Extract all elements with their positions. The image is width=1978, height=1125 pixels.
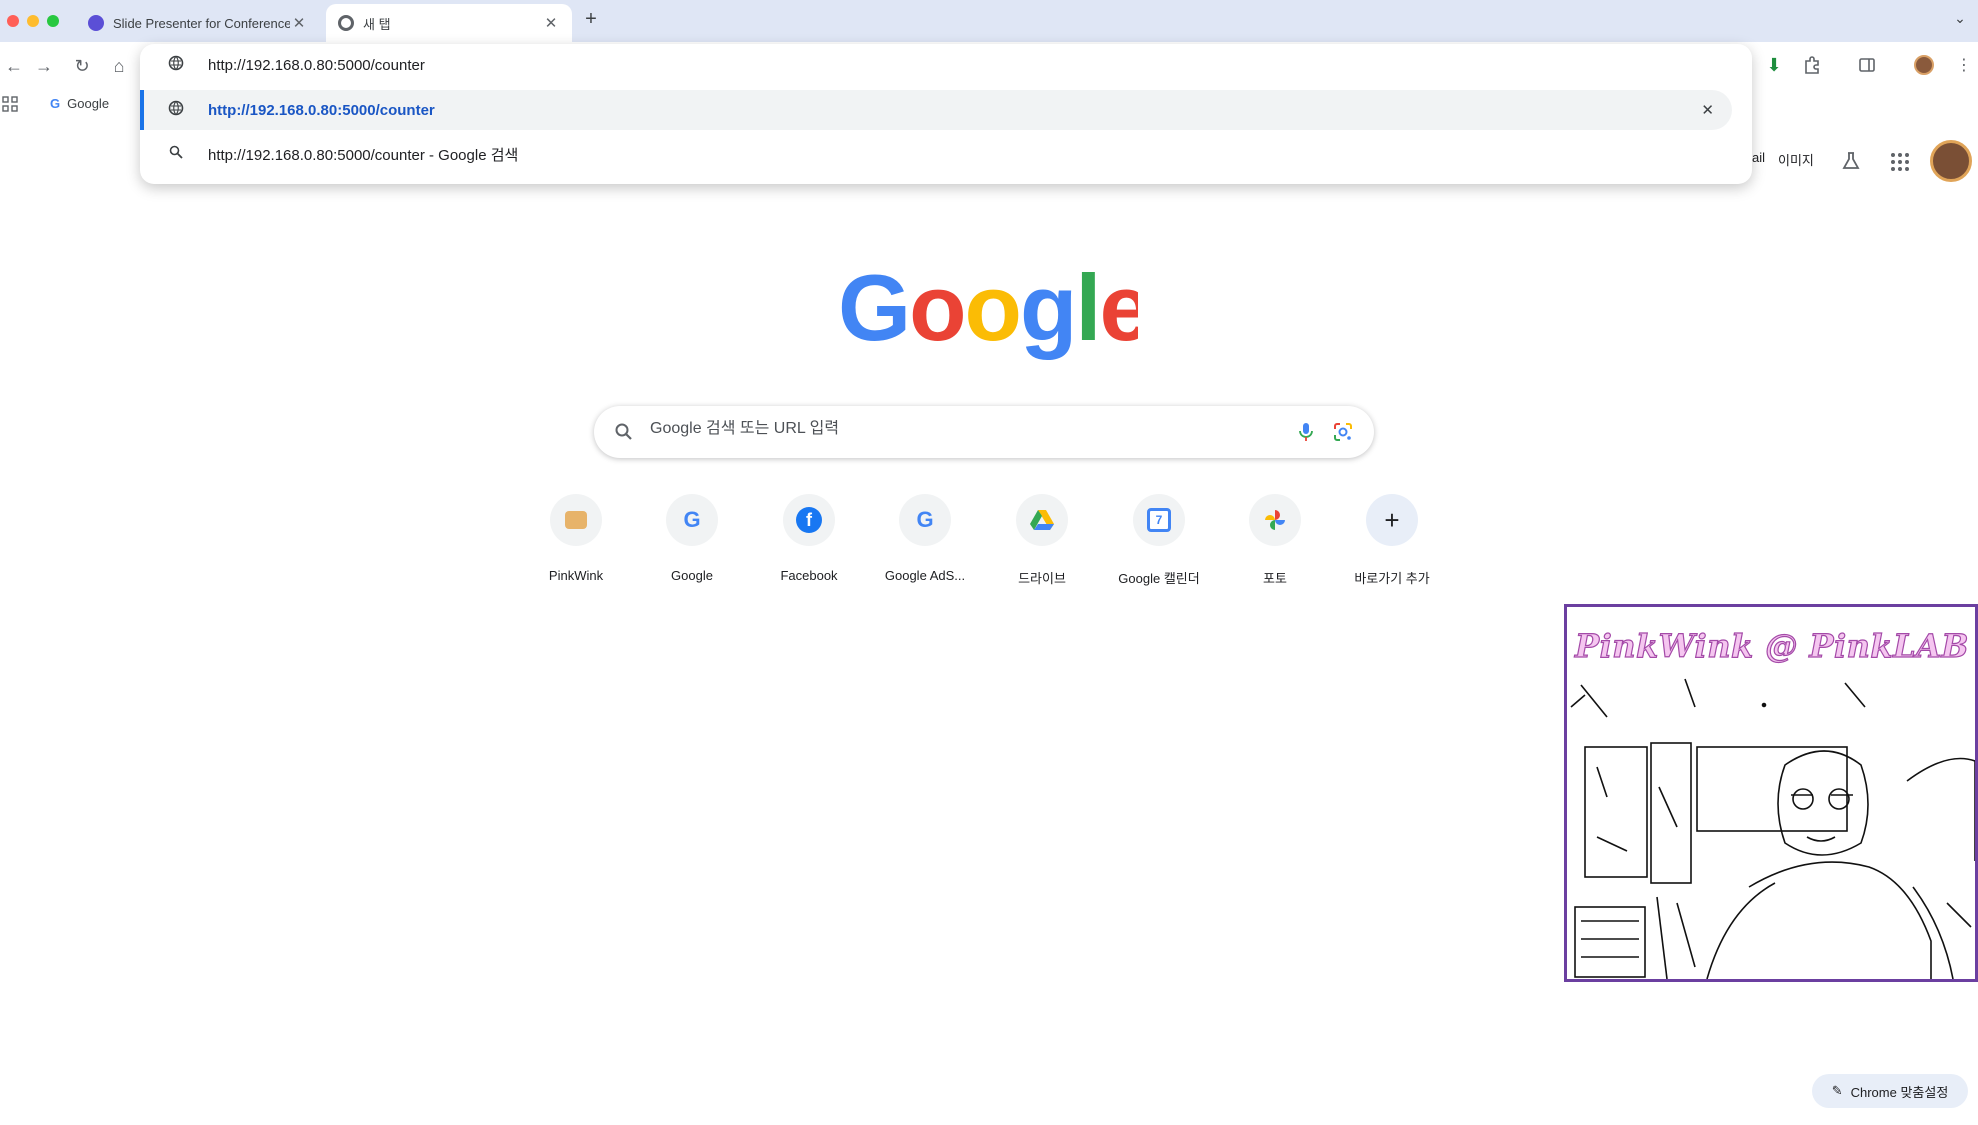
- more-menu-icon[interactable]: ⋮: [1950, 51, 1978, 79]
- shortcut-label: Facebook: [780, 568, 838, 583]
- add-icon: +: [1366, 494, 1418, 546]
- shortcut-label: Google 캘린더: [1118, 571, 1200, 586]
- photos-icon: [1249, 494, 1301, 546]
- search-input[interactable]: [650, 420, 1250, 438]
- close-tab-icon[interactable]: ✕: [542, 14, 560, 32]
- shortcut-facebook[interactable]: f Facebook: [751, 494, 867, 583]
- voice-search-mic-icon[interactable]: [1296, 421, 1316, 443]
- search-icon: [162, 145, 190, 163]
- bookmark-google[interactable]: G Google: [50, 96, 109, 111]
- shortcut-photos[interactable]: 포토: [1217, 494, 1333, 587]
- shortcut-add[interactable]: + 바로가기 추가: [1334, 494, 1450, 587]
- reload-icon[interactable]: ↻: [68, 52, 96, 80]
- search-box[interactable]: [594, 406, 1374, 458]
- site-globe-icon: [162, 100, 190, 120]
- customize-label: Chrome 맞춤설정: [1850, 1084, 1949, 1100]
- new-tab-button[interactable]: +: [580, 8, 602, 30]
- tab-title: Slide Presenter for Conference: [113, 15, 290, 31]
- shortcut-label: Google AdS...: [884, 568, 966, 583]
- shortcut-label: 바로가기 추가: [1354, 571, 1430, 586]
- webcam-edge-image: [1570, 678, 1975, 979]
- google-lens-icon[interactable]: [1332, 421, 1354, 443]
- shortcut-label: Google: [671, 568, 713, 583]
- tab-new-tab[interactable]: 새 탭 ✕: [326, 4, 572, 42]
- home-icon[interactable]: ⌂: [105, 52, 133, 80]
- shortcut-label: 포토: [1263, 571, 1287, 586]
- bookmark-label: Google: [67, 96, 110, 111]
- minimize-window-button[interactable]: [27, 15, 39, 27]
- side-panel-icon[interactable]: [1853, 51, 1881, 79]
- gmail-link[interactable]: ail: [1752, 150, 1765, 165]
- back-arrow-icon[interactable]: ←: [0, 52, 28, 80]
- omnibox-input-row[interactable]: http://192.168.0.80:5000/counter: [140, 44, 1752, 86]
- close-tab-icon[interactable]: ✕: [290, 14, 308, 32]
- tab-title: 새 탭: [363, 16, 391, 32]
- shortcut-drive[interactable]: 드라이브: [984, 494, 1100, 587]
- shortcut-google-ads[interactable]: G Google AdS...: [867, 494, 983, 583]
- omnibox-suggestion-url[interactable]: http://192.168.0.80:5000/counter ✕: [140, 90, 1732, 130]
- tab-search-chevron-down-icon[interactable]: ⌄: [1950, 10, 1970, 30]
- google-g-icon: G: [899, 494, 951, 546]
- suggestion-text: http://192.168.0.80:5000/counter: [208, 101, 435, 119]
- customize-chrome-button[interactable]: ✎ Chrome 맞춤설정: [1812, 1074, 1968, 1108]
- pinkwink-favicon-icon: [550, 494, 602, 546]
- download-icon[interactable]: ⬇: [1760, 51, 1788, 79]
- chrome-icon: [338, 15, 354, 31]
- shortcut-pinkwink[interactable]: PinkWink: [518, 494, 634, 583]
- omnibox-suggestion-search[interactable]: http://192.168.0.80:5000/counter - Googl…: [140, 134, 1752, 174]
- google-g-icon: G: [666, 494, 718, 546]
- drive-icon: [1016, 494, 1068, 546]
- omnibox-input-text[interactable]: http://192.168.0.80:5000/counter: [208, 57, 425, 74]
- apps-grid-icon[interactable]: [2, 96, 18, 112]
- profile-avatar[interactable]: [1910, 51, 1938, 79]
- google-apps-grid-icon[interactable]: [1890, 152, 1910, 172]
- google-account-avatar[interactable]: [1930, 140, 1972, 182]
- calendar-icon: 7: [1133, 494, 1185, 546]
- maximize-window-button[interactable]: [47, 15, 59, 27]
- shortcut-label: 드라이브: [1018, 571, 1066, 586]
- shortcut-calendar[interactable]: 7 Google 캘린더: [1101, 494, 1217, 587]
- omnibox-dropdown: http://192.168.0.80:5000/counter http://…: [140, 44, 1752, 184]
- labs-flask-icon[interactable]: [1840, 150, 1862, 172]
- shortcut-label: PinkWink: [548, 568, 604, 583]
- shortcut-google[interactable]: G Google: [634, 494, 750, 583]
- close-window-button[interactable]: [7, 15, 19, 27]
- google-g-icon: G: [50, 96, 61, 111]
- suggestion-text: http://192.168.0.80:5000/counter - Googl…: [208, 146, 519, 164]
- pencil-icon: ✎: [1831, 1083, 1843, 1098]
- search-icon: [614, 422, 634, 442]
- remove-suggestion-close-icon[interactable]: ✕: [1701, 101, 1714, 119]
- facebook-icon: f: [783, 494, 835, 546]
- slide-presenter-favicon-icon: [88, 15, 104, 31]
- webcam-overlay: PinkWink @ PinkLAB: [1564, 604, 1978, 982]
- selection-indicator: [140, 90, 144, 130]
- site-globe-icon: [162, 55, 190, 75]
- forward-arrow-icon[interactable]: →: [30, 52, 58, 80]
- svg-text:Google: Google: [838, 255, 1138, 360]
- extensions-puzzle-icon[interactable]: [1798, 51, 1826, 79]
- webcam-caption: PinkWink @ PinkLAB: [1574, 626, 1969, 665]
- images-link[interactable]: 이미지: [1778, 150, 1814, 169]
- tab-strip: Slide Presenter for Conference ✕ 새 탭 ✕ +…: [0, 0, 1978, 42]
- tab-slide-presenter[interactable]: Slide Presenter for Conference ✕: [76, 4, 320, 42]
- google-logo: Google: [838, 250, 1152, 370]
